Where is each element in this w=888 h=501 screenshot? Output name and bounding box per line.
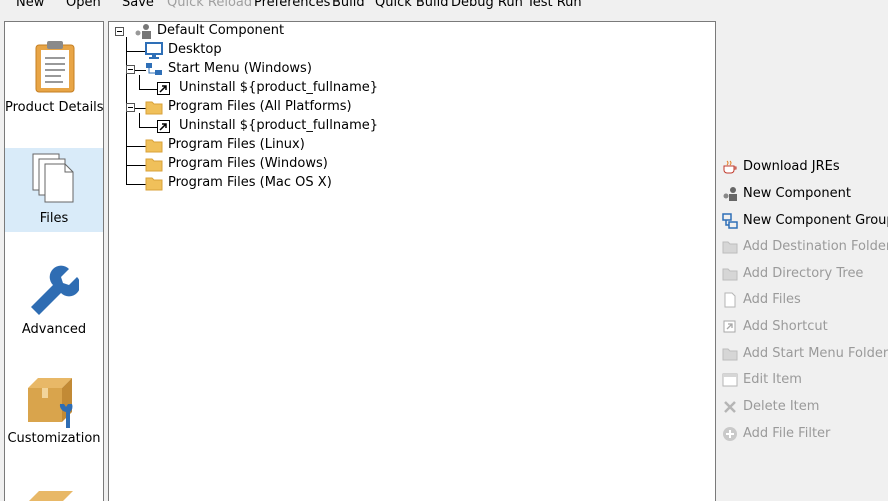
delete-item-action[interactable]: Delete Item: [716, 397, 888, 419]
edit-item-action[interactable]: Edit Item: [716, 370, 888, 392]
shortcut-icon: [157, 82, 170, 95]
sidebar-item-files[interactable]: Files: [5, 148, 103, 232]
add-files-action[interactable]: Add Files: [716, 290, 888, 312]
sidebar-item-label: Advanced: [21, 322, 87, 337]
start-menu-collapse-toggle[interactable]: [126, 65, 135, 74]
box-wrench-icon: [28, 378, 73, 428]
sidebar-item-advanced[interactable]: Advanced: [5, 232, 103, 344]
wrench-icon: [31, 265, 79, 315]
component-icon: [723, 187, 737, 201]
debug-run-button[interactable]: Debug Run: [451, 0, 523, 10]
component-icon: [135, 24, 151, 39]
program-files-all-collapse-toggle[interactable]: [126, 103, 135, 112]
shortcut-icon: [157, 120, 170, 133]
sidebar-item-product-details[interactable]: Product Details: [5, 22, 104, 148]
quick-build-button[interactable]: Quick Build: [375, 0, 449, 10]
java-cup-icon: [723, 160, 737, 174]
folder-icon: [145, 158, 163, 172]
open-button[interactable]: Open: [66, 0, 101, 10]
add-destination-folder-action[interactable]: Add Destination Folder: [716, 237, 888, 259]
shortcut-icon: [723, 320, 736, 333]
new-button[interactable]: New: [16, 0, 44, 10]
folder-icon: [722, 241, 738, 254]
new-component-group-action[interactable]: New Component Group: [716, 211, 888, 233]
folder-tree-icon: [722, 268, 738, 281]
clipboard-icon: [35, 41, 75, 93]
add-file-filter-action[interactable]: Add File Filter: [716, 424, 888, 446]
add-shortcut-action[interactable]: Add Shortcut: [716, 317, 888, 339]
new-component-action[interactable]: New Component: [716, 184, 888, 206]
folder-icon: [145, 177, 163, 191]
folder-icon: [145, 101, 163, 115]
sidebar-item-label: Customization: [7, 431, 101, 446]
quick-reload-button[interactable]: Quick Reload: [167, 0, 252, 10]
edit-icon: [722, 373, 738, 387]
sidebar: Product Details Files Advanced Customiza…: [4, 21, 104, 501]
download-jres-action[interactable]: Download JREs: [716, 157, 888, 179]
partial-nav-icon: [29, 491, 73, 501]
files-icon: [32, 153, 74, 203]
preferences-button[interactable]: Preferences: [254, 0, 330, 10]
delete-icon: [724, 401, 736, 413]
sidebar-item-customization[interactable]: Customization: [5, 344, 103, 454]
add-directory-tree-action[interactable]: Add Directory Tree: [716, 264, 888, 286]
root-collapse-toggle[interactable]: [115, 27, 124, 36]
add-start-menu-folder-action[interactable]: Add Start Menu Folder: [716, 344, 888, 366]
file-icon: [724, 292, 736, 308]
save-button[interactable]: Save: [122, 0, 154, 10]
add-circle-icon: [723, 427, 737, 441]
sidebar-item-label: Product Details: [5, 100, 104, 115]
test-run-button[interactable]: Test Run: [527, 0, 582, 10]
file-tree[interactable]: Default Component Desktop Start Menu (Wi…: [108, 21, 716, 501]
sidebar-item-label: Files: [39, 211, 69, 226]
desktop-icon: [145, 42, 163, 59]
start-menu-icon: [146, 63, 162, 75]
folder-icon: [145, 139, 163, 153]
component-group-icon: [722, 213, 738, 229]
folder-icon: [722, 348, 738, 361]
toolbar: New Open Save Quick Reload Preferences B…: [0, 0, 888, 16]
build-button[interactable]: Build: [332, 0, 365, 10]
